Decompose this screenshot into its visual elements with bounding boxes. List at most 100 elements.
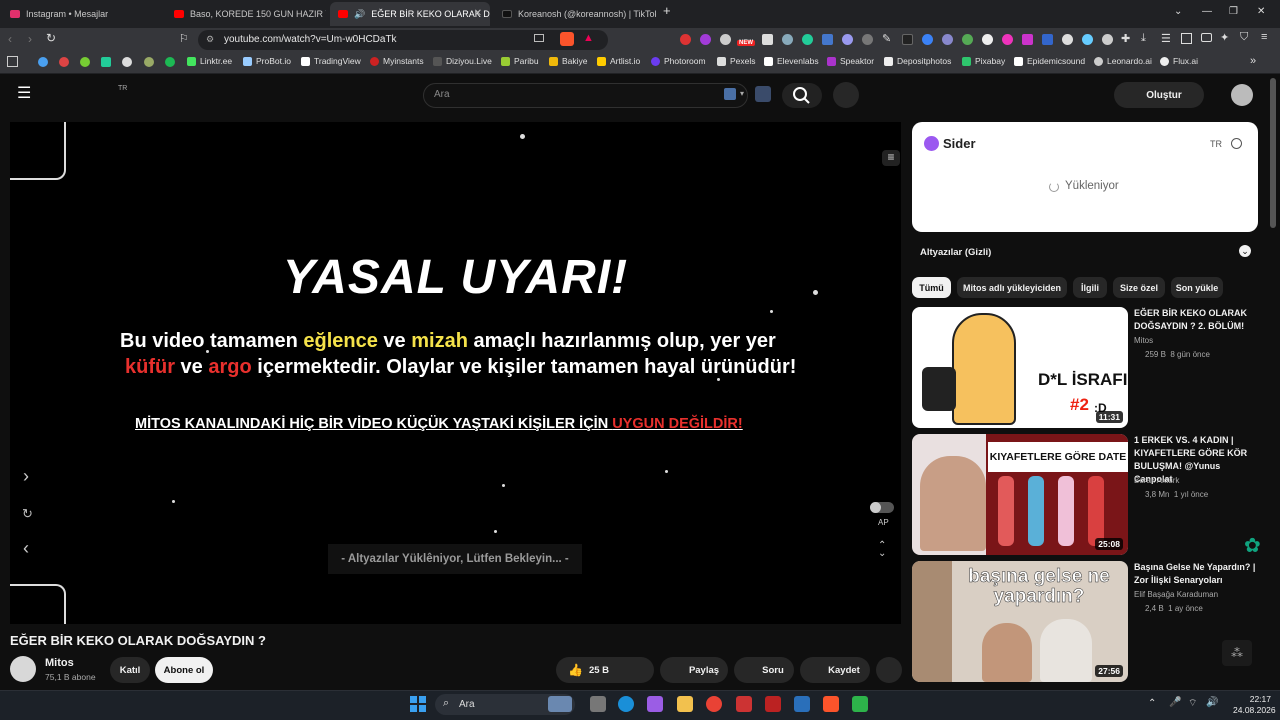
site-info-icon[interactable]: ⚙ <box>206 34 214 45</box>
bookmark-probot[interactable]: ProBot.io <box>243 56 291 66</box>
url-text[interactable]: youtube.com/watch?v=Um-w0HCDaTk <box>224 34 397 45</box>
extension-icon[interactable] <box>822 34 833 45</box>
bookmark-artlist[interactable]: Artlist.io <box>597 56 640 66</box>
tab-list-chevron-icon[interactable]: ⌄ <box>1174 6 1182 17</box>
bookmark-site-icon[interactable] <box>38 57 48 67</box>
extension-icon[interactable] <box>942 34 953 45</box>
history-icon[interactable]: ☰ <box>1161 32 1171 45</box>
rec-channel[interactable]: Burak Aktürk <box>1134 476 1179 485</box>
bookmark-tradingview[interactable]: TradingView <box>301 56 361 66</box>
sider-language[interactable]: TR <box>1210 139 1222 149</box>
app-icon[interactable] <box>794 696 810 712</box>
bookmark-icon[interactable]: ⚐ <box>179 32 189 45</box>
forward-icon[interactable]: › <box>28 32 32 46</box>
ask-button[interactable]: Soru <box>734 657 794 683</box>
blackbox-icon[interactable]: ⁂ <box>1222 640 1252 666</box>
extension-icon[interactable] <box>1042 34 1053 45</box>
search-button[interactable] <box>782 83 822 108</box>
visual-search-icon[interactable] <box>755 86 771 102</box>
microphone-icon[interactable]: 🎤 <box>1169 697 1181 708</box>
chatgpt-icon[interactable]: ✿ <box>1244 533 1261 558</box>
bulb-icon[interactable] <box>982 34 993 45</box>
video-thumbnail[interactable]: KIYAFETLERE GÖRE DATE 25:08 <box>912 434 1128 555</box>
bookmark-elevenlabs[interactable]: Elevenlabs <box>764 56 819 66</box>
taskbar-clock[interactable]: 22:17 24.08.2026 <box>1233 694 1276 716</box>
tab-youtube-korea[interactable]: Baso, KOREDE 150 GUN HAZIR YEME <box>166 2 326 26</box>
bookmark-site-icon[interactable] <box>144 57 154 67</box>
extension-icon[interactable] <box>762 34 773 45</box>
edge-icon[interactable] <box>618 696 634 712</box>
tray-chevron-icon[interactable]: ⌃ <box>1148 698 1156 709</box>
bookmark-myinstants[interactable]: Myinstants <box>370 56 424 66</box>
bookmark-leonardo[interactable]: Leonardo.ai <box>1094 56 1152 66</box>
tab-youtube-active[interactable]: 🔊 EĞER BİR KEKO OLARAK DOĞ ✕ <box>330 2 490 26</box>
bookmark-site-icon[interactable] <box>59 57 69 67</box>
brave-icon[interactable] <box>823 696 839 712</box>
app-icon[interactable] <box>736 696 752 712</box>
prev-arrow-icon[interactable]: ‹ <box>23 538 29 559</box>
page-scrollbar[interactable] <box>1270 78 1276 228</box>
expand-icon[interactable]: ⌃ ⌄ <box>878 541 886 559</box>
search-input[interactable] <box>423 83 748 108</box>
avatar[interactable] <box>1231 84 1253 106</box>
pen-icon[interactable]: ✎ <box>882 32 891 45</box>
extension-icon[interactable] <box>962 34 973 45</box>
rec-channel[interactable]: Elif Başağa Karaduman <box>1134 590 1218 599</box>
bookmark-linktree[interactable]: Linktr.ee <box>187 56 232 66</box>
menu-icon[interactable]: ≡ <box>1261 31 1267 43</box>
bookmark-flux[interactable]: Flux.ai <box>1160 56 1198 66</box>
extension-icon[interactable] <box>862 34 873 45</box>
extension-download-icon[interactable] <box>700 34 711 45</box>
bookmark-speaktor[interactable]: Speaktor <box>827 56 874 66</box>
channel-name[interactable]: Mitos <box>45 657 74 669</box>
extension-icon[interactable] <box>922 34 933 45</box>
bookmark-site-icon[interactable] <box>80 57 90 67</box>
app-icon[interactable] <box>765 696 781 712</box>
join-button[interactable]: Katıl <box>110 657 150 683</box>
wallet-icon[interactable] <box>1201 33 1212 42</box>
more-actions-button[interactable] <box>876 657 902 683</box>
rec-channel[interactable]: Mitos <box>1134 336 1153 345</box>
autoplay-toggle[interactable] <box>870 502 894 513</box>
replay-icon[interactable]: ↻ <box>22 506 33 522</box>
back-icon[interactable]: ‹ <box>8 32 12 46</box>
chip-related[interactable]: İlgili <box>1073 277 1107 298</box>
video-player[interactable]: YASAL UYARI! Bu video tamamen eğlence ve… <box>10 122 901 624</box>
chevron-down-icon[interactable]: ⌄ <box>1239 245 1251 257</box>
bookmark-paribu[interactable]: Paribu <box>501 56 539 66</box>
rec-video-title[interactable]: Başına Gelse Ne Yapardın? | Zor İlişki S… <box>1134 561 1259 587</box>
tab-tiktok[interactable]: Koreanosh (@koreannosh) | TikTok <box>494 2 656 26</box>
channel-avatar[interactable] <box>10 656 36 682</box>
bookmark-epidemicsound[interactable]: Epidemicsound <box>1014 56 1085 66</box>
copilot-icon[interactable] <box>647 696 663 712</box>
file-explorer-icon[interactable] <box>677 696 693 712</box>
start-windows-icon[interactable] <box>410 696 426 712</box>
bookmark-pexels[interactable]: Pexels <box>717 56 756 66</box>
settings-icon[interactable] <box>1231 138 1242 149</box>
new-tab-button[interactable]: + <box>663 3 671 18</box>
close-window-icon[interactable]: ✕ <box>1257 6 1265 17</box>
extension-icon[interactable] <box>782 34 793 45</box>
minimize-icon[interactable]: — <box>1202 6 1212 17</box>
captions-panel[interactable]: Altyazılar (Gizli) <box>912 239 1258 265</box>
translate-icon[interactable] <box>724 88 736 100</box>
extension-icon[interactable] <box>720 34 731 45</box>
playlist-menu-icon[interactable]: ≡ <box>882 150 900 166</box>
close-tab-icon[interactable]: ✕ <box>474 8 482 19</box>
bookmark-site-icon[interactable] <box>101 57 111 67</box>
share-button[interactable]: Paylaş <box>660 657 728 683</box>
network-icon[interactable]: ⌔ <box>1188 697 1197 710</box>
extension-icon[interactable] <box>842 34 853 45</box>
chip-recent[interactable]: Son yükle <box>1171 277 1223 298</box>
extension-icon[interactable] <box>1102 34 1113 45</box>
reload-icon[interactable]: ↻ <box>46 31 56 45</box>
bookmark-site-icon[interactable] <box>122 57 132 67</box>
download-icon[interactable]: ⤓ <box>1141 32 1146 45</box>
bookmark-site-icon[interactable] <box>165 57 175 67</box>
app-icon[interactable] <box>852 696 868 712</box>
like-button[interactable]: 👍 25 B <box>556 657 654 683</box>
cast-icon[interactable] <box>534 34 544 42</box>
next-arrow-icon[interactable]: › <box>23 466 29 487</box>
puzzle-icon[interactable]: ✚ <box>1121 32 1130 45</box>
sparkle-icon[interactable]: ✦ <box>1220 31 1229 44</box>
